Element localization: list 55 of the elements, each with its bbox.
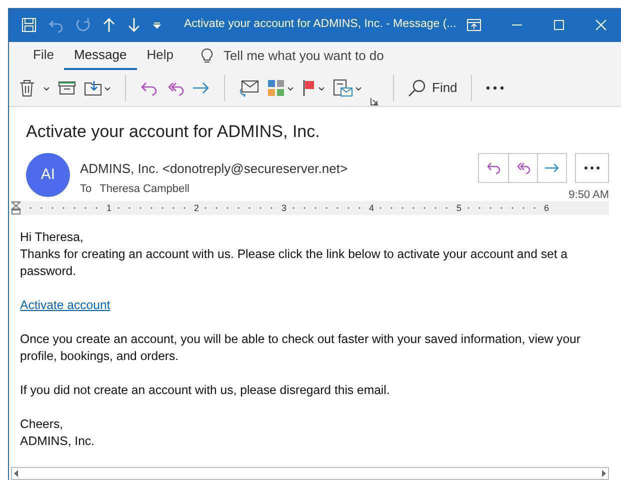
ruler-number: 5 xyxy=(455,203,462,213)
to-label: To xyxy=(80,182,92,196)
window-title: Activate your account for ADMINS, Inc. - Message (... xyxy=(183,17,458,32)
sender-address: ADMINS, Inc. <donotreply@secureserver.net> xyxy=(80,160,349,178)
move-to-folder-icon[interactable] xyxy=(84,80,102,96)
ruler-number: 4 xyxy=(368,203,375,213)
down-arrow-icon[interactable] xyxy=(127,17,141,33)
body-text: Once you create an account, you will be able to check out faster with your saved information, view your profile, bookings, and orders. xyxy=(20,331,582,365)
message-subject: Activate your account for ADMINS, Inc. xyxy=(25,121,321,143)
ruler-number: 3 xyxy=(280,203,288,213)
up-arrow-icon[interactable] xyxy=(102,17,116,33)
sender-avatar: AI xyxy=(26,153,70,197)
save-icon[interactable] xyxy=(21,17,37,33)
forward-icon xyxy=(544,161,560,175)
reply-all-icon xyxy=(515,161,531,175)
ribbon-tab[interactable]: Help xyxy=(136,42,184,70)
envelope-icon[interactable] xyxy=(239,79,259,97)
flag-icon[interactable] xyxy=(302,79,316,97)
body-text: ADMINS, Inc. xyxy=(20,433,96,450)
ruler-number: 6 xyxy=(542,203,550,213)
ruler-number: 2 xyxy=(192,203,200,213)
customize-icon[interactable] xyxy=(152,20,162,30)
archive-icon[interactable] xyxy=(58,80,76,96)
ribbon-display-icon[interactable] xyxy=(467,19,481,31)
dropdown-caret-icon[interactable] xyxy=(43,86,50,90)
more-icon[interactable] xyxy=(486,86,504,90)
horizontal-scrollbar[interactable] xyxy=(11,467,609,480)
activate-link[interactable]: Activate account xyxy=(20,298,110,312)
forward-icon[interactable] xyxy=(192,80,210,96)
body-text: Hi Theresa, xyxy=(20,229,84,246)
body-text: If you did not create an account with us, please disregard this email. xyxy=(20,382,391,399)
recipient-name: Theresa Campbell xyxy=(100,182,190,196)
ribbon-tab[interactable]: Message xyxy=(64,42,137,70)
dropdown-caret-icon[interactable] xyxy=(104,86,111,90)
body-text: Thanks for creating an account with us. Please click the link below to activate your account and set a password. xyxy=(20,246,569,280)
search-field[interactable]: Tell me what you want to do xyxy=(223,46,384,66)
close-icon[interactable] xyxy=(595,19,607,31)
maximize-icon[interactable] xyxy=(553,19,565,31)
dropdown-caret-icon[interactable] xyxy=(318,86,325,90)
more-icon xyxy=(584,166,600,170)
dropdown-caret-icon[interactable] xyxy=(355,86,362,90)
find-button[interactable]: Find xyxy=(408,78,458,98)
reply-icon xyxy=(486,161,502,175)
dropdown-caret-icon[interactable] xyxy=(287,86,294,90)
reply-all-icon[interactable] xyxy=(166,80,184,96)
ribbon-tab[interactable]: File xyxy=(23,42,64,70)
lightbulb-icon xyxy=(201,48,214,64)
indent-marker-icon[interactable] xyxy=(11,201,21,215)
body-text: Cheers, xyxy=(20,416,64,433)
ruler-number: 1 xyxy=(105,203,112,213)
received-time: 9:50 AM xyxy=(568,188,609,203)
trash-icon[interactable] xyxy=(19,79,35,97)
reply-icon[interactable] xyxy=(140,80,158,96)
dialog-launcher-icon[interactable] xyxy=(370,97,379,106)
search-icon xyxy=(408,79,426,97)
